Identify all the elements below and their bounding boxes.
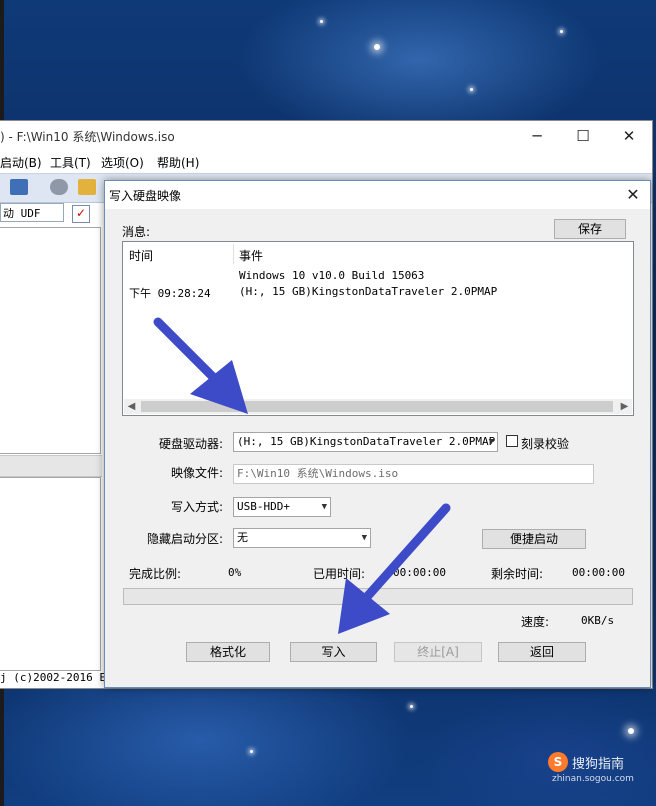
watermark-brand: 搜狗指南	[572, 757, 625, 772]
horizontal-scrollbar[interactable]: ◀ ▶	[124, 399, 632, 414]
chevron-down-icon: ▼	[361, 533, 367, 543]
sogou-logo: S	[548, 752, 568, 772]
window-title: ) - F:\Win10 系统\Windows.iso	[0, 130, 175, 144]
write-mode-label: 写入方式:	[171, 500, 224, 514]
local-files-pane[interactable]	[0, 477, 101, 671]
drive-select-value: (H:, 15 GB)KingstonDataTraveler 2.0PMAP	[237, 435, 496, 448]
log-row-event: Windows 10 v10.0 Build 15063	[239, 269, 425, 282]
speed-label: 速度:	[521, 615, 550, 629]
remaining-label: 剩余时间:	[491, 567, 544, 581]
hide-partition-value: 无	[237, 531, 248, 544]
drive-select[interactable]: (H:, 15 GB)KingstonDataTraveler 2.0PMAP …	[233, 432, 498, 452]
watermark-url: zhinan.sogou.com	[552, 774, 634, 784]
progress-value: 0%	[228, 566, 242, 579]
star	[470, 88, 473, 91]
menu-help[interactable]: 帮助(H)	[157, 154, 199, 171]
disk-icon[interactable]	[50, 179, 68, 195]
log-header-event: 事件	[239, 249, 264, 263]
save-button[interactable]: 保存	[554, 219, 626, 239]
copy-icon[interactable]	[10, 179, 28, 195]
scroll-left-icon[interactable]: ◀	[124, 399, 139, 414]
write-mode-value: USB-HDD+	[237, 500, 290, 513]
star	[628, 728, 634, 734]
message-log[interactable]: 时间 事件 Windows 10 v10.0 Build 15063 下午 09…	[122, 241, 634, 416]
easy-boot-button[interactable]: 便捷启动	[482, 529, 586, 549]
drive-label: 硬盘驱动器:	[159, 437, 224, 451]
log-header-time: 时间	[129, 249, 154, 263]
menu-tools[interactable]: 工具(T)	[50, 154, 91, 171]
column-separator	[233, 244, 234, 264]
image-file-label: 映像文件:	[171, 466, 224, 480]
write-disk-image-dialog: 写入硬盘映像 ✕ 消息: 保存 时间 事件 Windows 10 v10.0 B…	[104, 180, 651, 688]
close-icon[interactable]: ✕	[606, 123, 652, 149]
write-mode-select[interactable]: USB-HDD+ ▼	[233, 497, 331, 517]
hide-partition-select[interactable]: 无 ▼	[233, 528, 371, 548]
back-button[interactable]: 返回	[498, 642, 586, 662]
address-field[interactable]: 动 UDF	[0, 203, 64, 222]
log-row-time: 下午 09:28:24	[129, 287, 211, 300]
scroll-thumb[interactable]	[141, 401, 613, 412]
star	[374, 44, 380, 50]
star	[320, 20, 323, 23]
chevron-down-icon: ▼	[321, 502, 327, 512]
elapsed-label: 已用时间:	[313, 567, 366, 581]
chevron-down-icon: ▼	[488, 437, 494, 447]
star	[560, 30, 563, 33]
menu-boot[interactable]: 启动(B)	[0, 154, 42, 171]
title-bar: ) - F:\Win10 系统\Windows.iso ─ ☐ ✕	[0, 121, 652, 151]
image-file-field[interactable]: F:\Win10 系统\Windows.iso	[233, 464, 594, 484]
stop-button: 终止[A]	[394, 642, 482, 662]
dialog-title: 写入硬盘映像	[109, 189, 182, 203]
speed-value: 0KB/s	[581, 614, 615, 627]
minimize-icon[interactable]: ─	[514, 123, 560, 149]
write-progress-bar	[123, 588, 633, 605]
write-button[interactable]: 写入	[290, 642, 377, 662]
menu-bar: 启动(B) 工具(T) 选项(O) 帮助(H)	[0, 151, 652, 173]
dialog-title-bar: 写入硬盘映像 ✕	[105, 181, 650, 209]
menu-options[interactable]: 选项(O)	[101, 154, 144, 171]
close-icon[interactable]: ✕	[618, 182, 648, 208]
format-button[interactable]: 格式化	[186, 642, 270, 662]
remaining-value: 00:00:00	[572, 566, 625, 579]
maximize-icon[interactable]: ☐	[560, 123, 606, 149]
star	[410, 705, 413, 708]
progress-label: 完成比例:	[129, 567, 182, 581]
scroll-right-icon[interactable]: ▶	[617, 399, 632, 414]
checklist-icon[interactable]: ✓	[72, 205, 90, 223]
file-tree-pane[interactable]	[0, 227, 101, 454]
verify-checkbox[interactable]	[506, 435, 518, 447]
status-bar-text: j (c)2002-2016 EZ	[0, 671, 104, 684]
verify-label: 刻录校验	[521, 437, 570, 451]
folder-icon[interactable]	[78, 179, 96, 195]
star	[250, 750, 253, 753]
log-row-event: (H:, 15 GB)KingstonDataTraveler 2.0PMAP	[239, 285, 498, 298]
elapsed-value: 00:00:00	[393, 566, 446, 579]
hide-partition-label: 隐藏启动分区:	[147, 532, 224, 546]
messages-label: 消息:	[122, 225, 151, 239]
pane-divider	[0, 455, 102, 477]
